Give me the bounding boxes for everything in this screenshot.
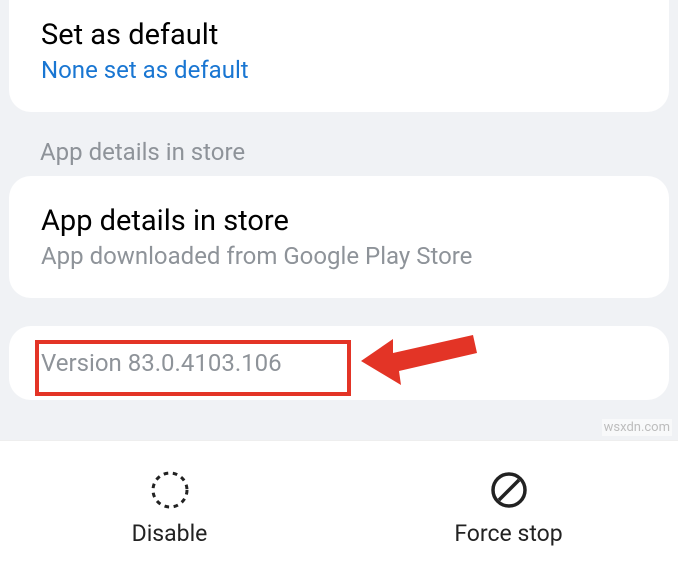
disable-icon bbox=[150, 470, 190, 510]
set-as-default-title: Set as default bbox=[41, 18, 637, 52]
app-details-subtitle: App downloaded from Google Play Store bbox=[41, 242, 637, 270]
force-stop-label: Force stop bbox=[454, 520, 562, 547]
app-details-row[interactable]: App details in store App downloaded from… bbox=[9, 176, 669, 298]
version-label: Version 83.0.4103.106 bbox=[41, 349, 637, 377]
force-stop-icon bbox=[489, 470, 529, 510]
version-row: Version 83.0.4103.106 bbox=[9, 326, 669, 400]
section-header: App details in store bbox=[0, 112, 678, 176]
app-details-title: App details in store bbox=[41, 204, 637, 238]
watermark: wsxdn.com bbox=[602, 419, 672, 436]
section-header-label: App details in store bbox=[40, 138, 638, 166]
disable-label: Disable bbox=[132, 520, 208, 547]
bottom-action-bar: Disable Force stop bbox=[0, 440, 678, 576]
set-as-default-row[interactable]: Set as default None set as default bbox=[9, 0, 669, 112]
disable-button[interactable]: Disable bbox=[0, 441, 339, 576]
set-as-default-status: None set as default bbox=[41, 56, 637, 84]
force-stop-button[interactable]: Force stop bbox=[339, 441, 678, 576]
